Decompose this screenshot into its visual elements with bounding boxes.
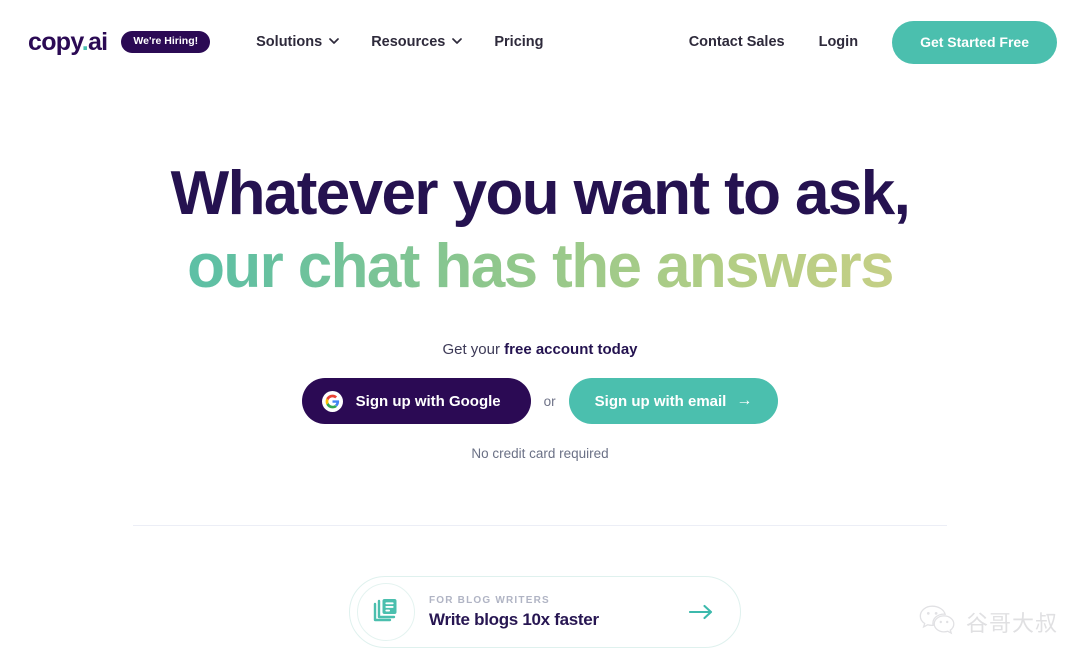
copyai-logo[interactable]: copy.ai (28, 27, 108, 56)
arrow-right-icon: → (736, 392, 753, 410)
navbar-links: Solutions Resources Pricing (256, 34, 543, 50)
get-started-free-button[interactable]: Get Started Free (892, 20, 1057, 64)
hero-subline-prefix: Get your (442, 341, 505, 359)
top-navigation-bar: copy.ai We're Hiring! Solutions Resource… (0, 0, 1080, 84)
sign-up-with-google-button[interactable]: Sign up with Google (301, 378, 531, 425)
documents-stack-icon (373, 597, 399, 628)
nav-item-resources-label: Resources (371, 34, 446, 50)
nav-item-login[interactable]: Login (819, 34, 858, 50)
nav-item-solutions[interactable]: Solutions (256, 34, 340, 50)
feature-card-blog-writers[interactable]: FOR BLOG WRITERS Write blogs 10x faster (349, 576, 741, 648)
chevron-down-icon (452, 36, 463, 46)
google-g-icon (321, 390, 343, 412)
wechat-icon (917, 603, 957, 640)
navbar-right-group: Contact Sales Login Get Started Free (689, 0, 1057, 84)
logo-suffix-text: ai (87, 27, 108, 56)
sign-up-with-google-label: Sign up with Google (355, 392, 501, 410)
hero-section: Whatever you want to ask, our chat has t… (0, 84, 1080, 461)
page-title: Whatever you want to ask, our chat has t… (0, 158, 1080, 303)
nav-item-contact-sales[interactable]: Contact Sales (689, 34, 785, 50)
headline-line-1: Whatever you want to ask, (170, 159, 911, 228)
no-credit-card-note: No credit card required (471, 446, 609, 462)
signup-cta-row: Sign up with Google or Sign up with emai… (0, 378, 1080, 425)
nav-item-resources[interactable]: Resources (371, 34, 463, 50)
navbar-left-group: copy.ai We're Hiring! Solutions Resource… (28, 27, 544, 56)
hero-subline-bold: free account today (504, 341, 638, 359)
feature-icon-ring (357, 583, 415, 641)
wechat-watermark: 谷哥大叔 (917, 603, 1058, 640)
section-divider (133, 525, 947, 526)
were-hiring-badge[interactable]: We're Hiring! (121, 31, 211, 53)
watermark-text: 谷哥大叔 (965, 611, 1058, 637)
feature-card-title: Write blogs 10x faster (429, 610, 599, 629)
hero-subline: Get your free account today (0, 341, 1080, 358)
landing-page: copy.ai We're Hiring! Solutions Resource… (0, 0, 1080, 656)
nav-item-pricing[interactable]: Pricing (494, 34, 543, 50)
feature-card-text: FOR BLOG WRITERS Write blogs 10x faster (429, 594, 689, 630)
nav-item-solutions-label: Solutions (256, 34, 323, 50)
chevron-down-icon (329, 36, 340, 46)
feature-card-eyebrow: FOR BLOG WRITERS (429, 595, 550, 606)
logo-main-text: copy (28, 27, 82, 56)
sign-up-with-email-label: Sign up with email (594, 392, 727, 410)
headline-line-2: our chat has the answers (0, 231, 1080, 304)
or-separator: or (543, 393, 556, 409)
feature-card-arrow-right-icon[interactable] (689, 604, 714, 620)
sign-up-with-email-button[interactable]: Sign up with email → (568, 378, 779, 425)
nav-item-pricing-label: Pricing (494, 34, 544, 50)
